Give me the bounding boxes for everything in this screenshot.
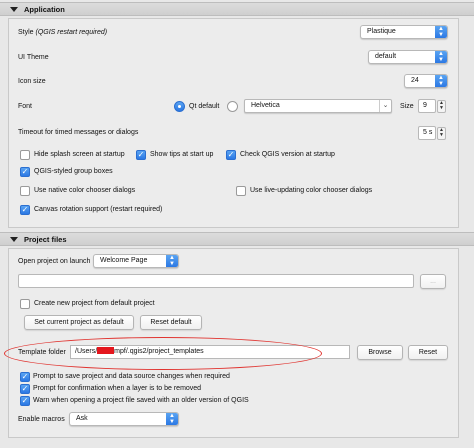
icon-size-label: Icon size — [18, 78, 46, 85]
project-files-section-header[interactable]: Project files — [0, 232, 474, 246]
group-boxes-checkbox[interactable]: ✓ — [20, 167, 30, 177]
icon-size-combo-value: 24 — [411, 77, 419, 84]
spin-arrows-icon[interactable]: ▲ ▼ — [437, 127, 446, 140]
ui-theme-label: UI Theme — [18, 54, 49, 61]
hide-splash-label: Hide splash screen at startup — [34, 151, 125, 158]
show-tips-checkbox[interactable]: ✓ — [136, 150, 146, 160]
reset-button[interactable]: Reset — [408, 345, 448, 360]
prompt-save-checkbox[interactable]: ✓ — [20, 372, 30, 382]
spin-arrows-icon[interactable]: ▲ ▼ — [437, 100, 446, 113]
collapse-triangle-icon[interactable] — [10, 237, 18, 242]
font-label: Font — [18, 103, 33, 110]
check-version-label: Check QGIS version at startup — [240, 151, 335, 158]
enable-macros-label: Enable macros — [18, 416, 65, 423]
set-current-default-button[interactable]: Set current project as default — [24, 315, 134, 330]
prompt-remove-checkbox[interactable]: ✓ — [20, 384, 30, 394]
style-combo[interactable]: Plastique ▲ ▼ — [360, 25, 448, 39]
project-files-section-title: Project files — [24, 235, 67, 244]
application-section-title: Application — [24, 5, 65, 14]
enable-macros-combo[interactable]: Ask ▲ ▼ — [69, 412, 179, 426]
font-custom-radio[interactable] — [227, 101, 238, 112]
project-path-field[interactable] — [18, 274, 414, 288]
show-tips-label: Show tips at start up — [150, 151, 214, 158]
chevron-updown-icon: ▲ ▼ — [166, 413, 178, 425]
reset-default-button[interactable]: Reset default — [140, 315, 202, 330]
live-chooser-checkbox[interactable] — [236, 186, 246, 196]
ui-theme-combo[interactable]: default ▲ ▼ — [368, 50, 448, 64]
check-version-checkbox[interactable]: ✓ — [226, 150, 236, 160]
enable-macros-value: Ask — [76, 415, 88, 422]
browse-dots-button[interactable]: ... — [420, 274, 446, 289]
application-section-header[interactable]: Application — [0, 2, 474, 16]
chevron-updown-icon: ▲ ▼ — [435, 75, 447, 87]
chevron-updown-icon: ▲ ▼ — [435, 51, 447, 63]
prompt-save-label: Prompt to save project and data source c… — [33, 373, 230, 380]
font-size-label: Size — [400, 103, 414, 110]
warn-older-checkbox[interactable]: ✓ — [20, 396, 30, 406]
timeout-value: 5 s — [423, 129, 433, 136]
style-label: Style (QGIS restart required) — [18, 29, 108, 36]
create-from-default-label: Create new project from default project — [34, 300, 155, 307]
canvas-rotation-checkbox[interactable]: ✓ — [20, 205, 30, 215]
font-qt-default-label: Qt default — [189, 103, 220, 110]
font-size-spinbox[interactable]: 9 ▲ ▼ — [418, 99, 446, 113]
canvas-rotation-label: Canvas rotation support (restart require… — [34, 206, 163, 213]
timeout-spinbox[interactable]: 5 s ▲ ▼ — [418, 126, 446, 140]
open-on-launch-value: Welcome Page — [100, 257, 148, 264]
timeout-label: Timeout for timed messages or dialogs — [18, 129, 139, 136]
warn-older-label: Warn when opening a project file saved w… — [33, 397, 249, 404]
browse-button[interactable]: Browse — [357, 345, 403, 360]
icon-size-combo[interactable]: 24 ▲ ▼ — [404, 74, 448, 88]
prompt-remove-label: Prompt for confirmation when a layer is … — [33, 385, 202, 392]
live-chooser-label: Use live-updating color chooser dialogs — [250, 187, 373, 194]
collapse-triangle-icon[interactable] — [10, 7, 18, 12]
font-qt-default-radio[interactable] — [174, 101, 185, 112]
highlight-oval — [4, 337, 322, 370]
create-from-default-checkbox[interactable] — [20, 299, 30, 309]
open-on-launch-label: Open project on launch — [18, 258, 91, 265]
native-chooser-label: Use native color chooser dialogs — [34, 187, 136, 194]
group-boxes-label: QGIS-styled group boxes — [34, 168, 113, 175]
font-family-value: Helvetica — [251, 102, 280, 109]
chevron-updown-icon: ▲ ▼ — [435, 26, 447, 38]
hide-splash-checkbox[interactable] — [20, 150, 30, 160]
open-on-launch-combo[interactable]: Welcome Page ▲ ▼ — [93, 254, 179, 268]
native-chooser-checkbox[interactable] — [20, 186, 30, 196]
style-combo-value: Plastique — [367, 28, 396, 35]
font-size-value: 9 — [423, 102, 427, 109]
font-family-combo[interactable]: Helvetica ⌄ — [244, 99, 392, 113]
ui-theme-combo-value: default — [375, 53, 397, 60]
chevron-down-icon: ⌄ — [379, 100, 391, 112]
chevron-updown-icon: ▲ ▼ — [166, 255, 178, 267]
